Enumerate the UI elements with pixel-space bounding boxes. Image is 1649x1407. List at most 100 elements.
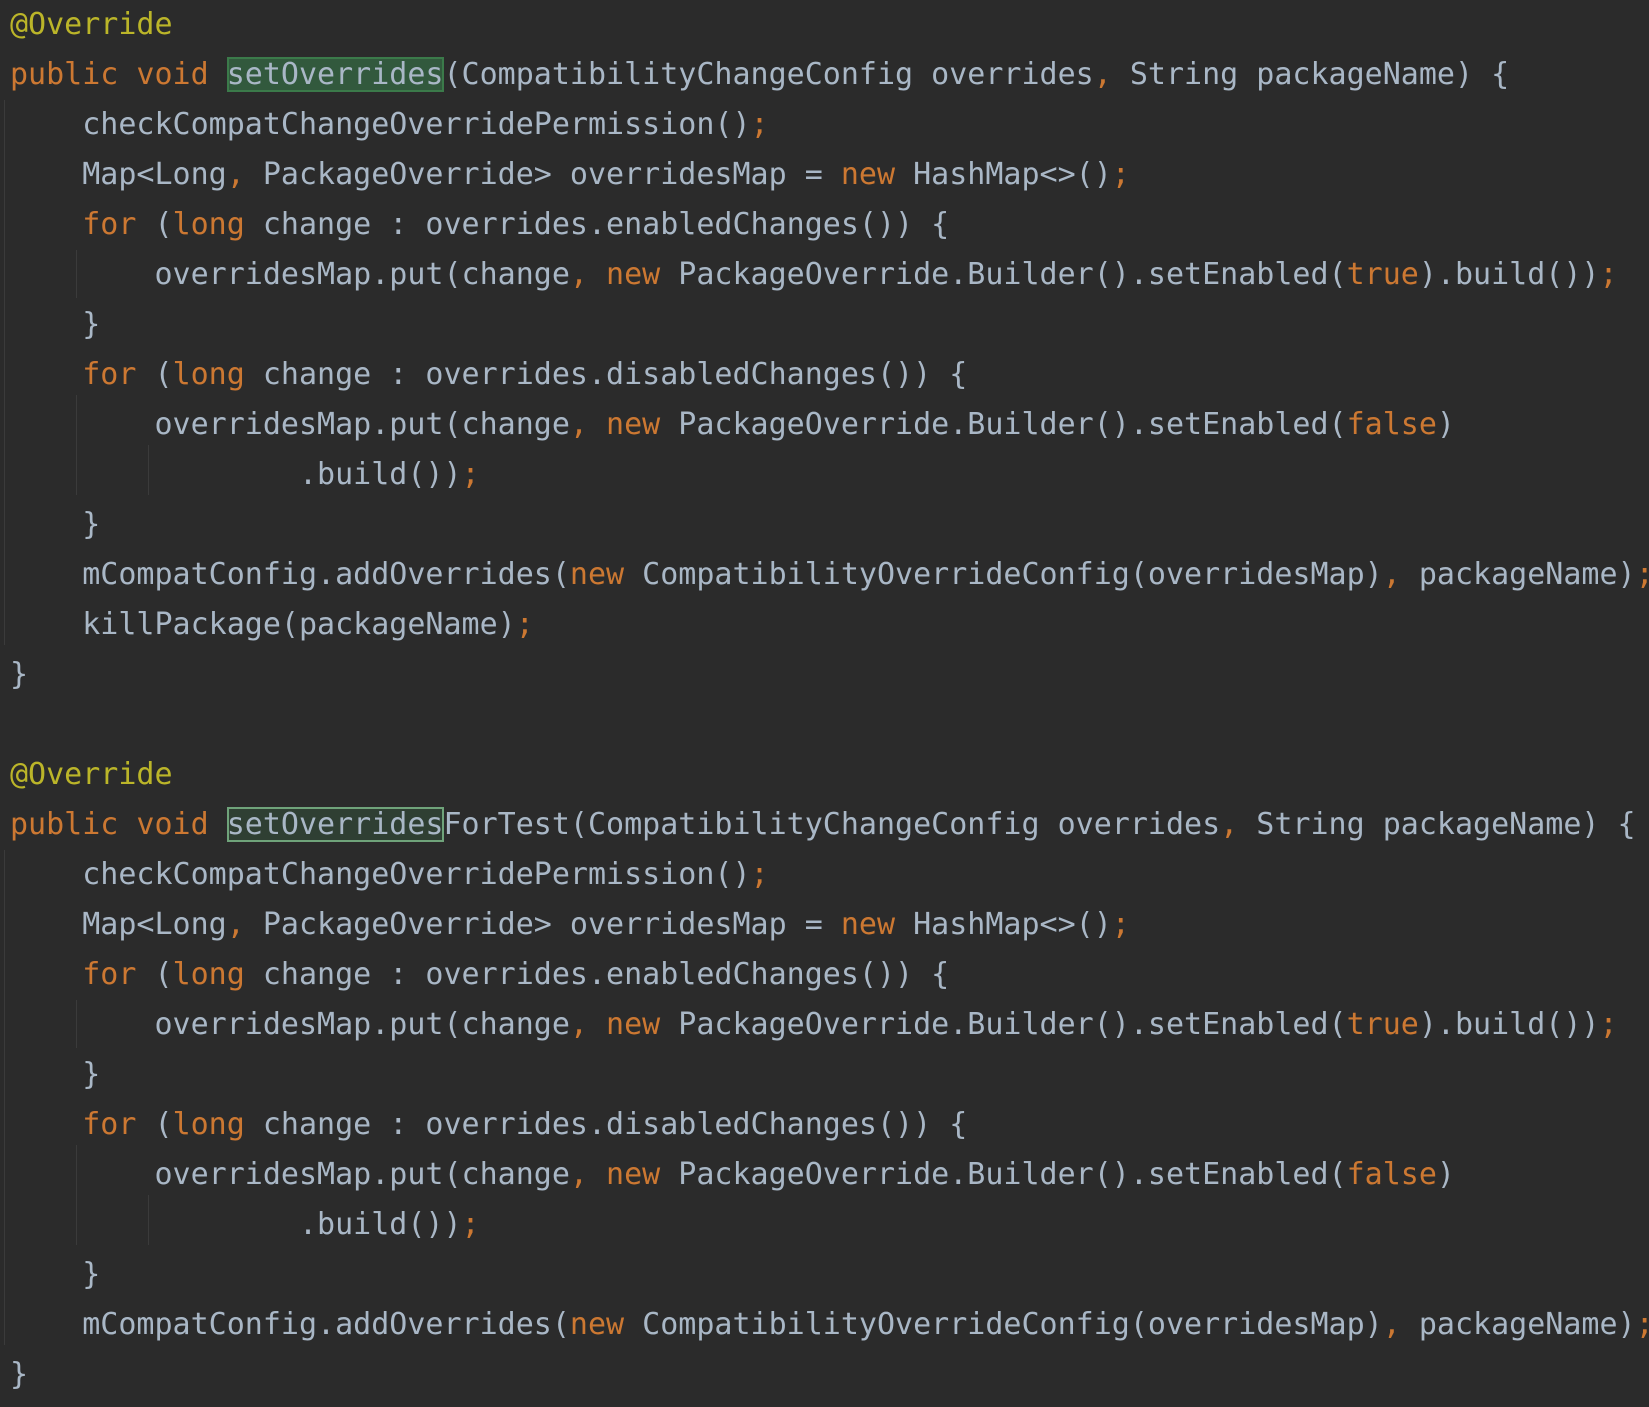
code-token: checkCompatChangeOverridePermission() (10, 107, 751, 142)
code-line[interactable]: for (long change : overrides.enabledChan… (10, 200, 949, 250)
code-token: , (569, 1007, 607, 1042)
code-line[interactable]: .build()); (10, 1200, 480, 1250)
code-token: } (10, 1257, 101, 1292)
code-token: PackageOverride> overridesMap = (262, 907, 841, 942)
code-token: ( (154, 957, 173, 992)
code-token: new (569, 557, 643, 592)
code-token: for (82, 1107, 155, 1142)
code-token: mCompatConfig.addOverrides( (10, 1307, 570, 1342)
code-editor[interactable]: @Override public void setOverrides(Compat… (0, 0, 1649, 1407)
highlighted-identifier: setOverrides (226, 807, 444, 842)
code-token: new (840, 157, 914, 192)
code-token: PackageOverride.Builder().setEnabled( (678, 1007, 1347, 1042)
code-token: PackageOverride.Builder().setEnabled( (678, 1157, 1347, 1192)
code-line[interactable]: checkCompatChangeOverridePermission(); (10, 850, 768, 900)
code-token: ; (1111, 157, 1130, 192)
code-line[interactable]: } (10, 500, 100, 550)
code-line[interactable]: checkCompatChangeOverridePermission(); (10, 100, 768, 150)
code-line[interactable]: } (10, 1250, 100, 1300)
code-token: , (1382, 557, 1419, 592)
code-token: overridesMap.put(change (10, 1007, 570, 1042)
code-token: @Override (10, 757, 173, 792)
code-line[interactable]: } (10, 1050, 100, 1100)
code-token: long (172, 207, 263, 242)
code-token: public void (10, 57, 227, 92)
code-token: ).build()) (1418, 1007, 1600, 1042)
code-token: } (10, 1057, 101, 1092)
code-token: mCompatConfig.addOverrides( (10, 557, 570, 592)
code-token: PackageOverride.Builder().setEnabled( (678, 407, 1347, 442)
code-line[interactable]: } (10, 650, 28, 700)
code-token: checkCompatChangeOverridePermission() (10, 857, 751, 892)
code-line[interactable]: @Override (10, 750, 173, 800)
code-token: public void (10, 807, 227, 842)
code-token: new (606, 407, 679, 442)
code-line[interactable]: for (long change : overrides.disabledCha… (10, 350, 967, 400)
code-token: ) (1436, 407, 1455, 442)
code-line[interactable]: for (long change : overrides.enabledChan… (10, 950, 949, 1000)
code-token: ForTest(CompatibilityChangeConfig overri… (443, 807, 1221, 842)
code-token: true (1346, 257, 1419, 292)
code-line[interactable]: killPackage(packageName); (10, 600, 534, 650)
code-token: new (606, 1007, 679, 1042)
code-token: , (569, 407, 607, 442)
code-line[interactable]: } (10, 300, 100, 350)
code-line[interactable]: } (10, 1350, 28, 1400)
code-token: long (172, 1107, 263, 1142)
code-line[interactable]: overridesMap.put(change, new PackageOver… (10, 400, 1455, 450)
code-token: overridesMap.put(change (10, 1157, 570, 1192)
code-token: overridesMap.put(change (10, 407, 570, 442)
code-line[interactable]: Map<Long, PackageOverride> overridesMap … (10, 900, 1130, 950)
code-token: , (226, 157, 263, 192)
code-token: ; (461, 457, 480, 492)
code-line[interactable]: Map<Long, PackageOverride> overridesMap … (10, 150, 1130, 200)
code-line[interactable]: @Override (10, 0, 173, 50)
code-token: change : overrides.enabledChanges()) { (262, 957, 950, 992)
code-token: , (226, 907, 263, 942)
code-token: for (82, 207, 155, 242)
code-token: } (10, 1357, 29, 1392)
code-line[interactable]: .build()); (10, 450, 480, 500)
code-token: } (10, 307, 101, 342)
code-token: new (569, 1307, 643, 1342)
code-token: ; (1599, 257, 1618, 292)
code-token: ; (1636, 1307, 1649, 1342)
code-token: .build()) (10, 457, 462, 492)
indent-guide (4, 850, 5, 1345)
code-line[interactable]: mCompatConfig.addOverrides(new Compatibi… (10, 1300, 1649, 1350)
code-token: CompatibilityOverrideConfig(overridesMap… (642, 1307, 1383, 1342)
code-token: Map<Long (10, 907, 227, 942)
code-line[interactable]: overridesMap.put(change, new PackageOver… (10, 1000, 1617, 1050)
code-token: ; (461, 1207, 480, 1242)
code-token: } (10, 657, 29, 692)
code-token: overridesMap.put(change (10, 257, 570, 292)
code-line[interactable]: public void setOverridesForTest(Compatib… (10, 800, 1636, 850)
code-token: packageName) (1418, 1307, 1636, 1342)
code-token: HashMap<>() (913, 157, 1112, 192)
highlighted-identifier: setOverrides (226, 57, 444, 92)
code-token: , (569, 1157, 607, 1192)
code-token: false (1346, 407, 1437, 442)
code-token: new (606, 257, 679, 292)
code-token: long (172, 357, 263, 392)
code-token: ) (1436, 1157, 1455, 1192)
code-token: ; (1636, 557, 1649, 592)
code-line[interactable]: public void setOverrides(CompatibilityCh… (10, 50, 1509, 100)
code-line[interactable]: for (long change : overrides.disabledCha… (10, 1100, 967, 1150)
code-token: new (606, 1157, 679, 1192)
code-token: , (1220, 807, 1257, 842)
code-line[interactable]: overridesMap.put(change, new PackageOver… (10, 250, 1618, 300)
code-token: ( (154, 357, 173, 392)
code-token: ( (154, 207, 173, 242)
code-token: ( (154, 1107, 173, 1142)
code-token: ).build()) (1418, 257, 1600, 292)
code-token: .build()) (10, 1207, 462, 1242)
code-token: for (82, 357, 155, 392)
code-line[interactable]: mCompatConfig.addOverrides(new Compatibi… (10, 550, 1649, 600)
code-token: , (1382, 1307, 1419, 1342)
code-token: ; (1111, 907, 1130, 942)
code-line[interactable]: overridesMap.put(change, new PackageOver… (10, 1150, 1455, 1200)
code-token: (CompatibilityChangeConfig overrides (443, 57, 1094, 92)
